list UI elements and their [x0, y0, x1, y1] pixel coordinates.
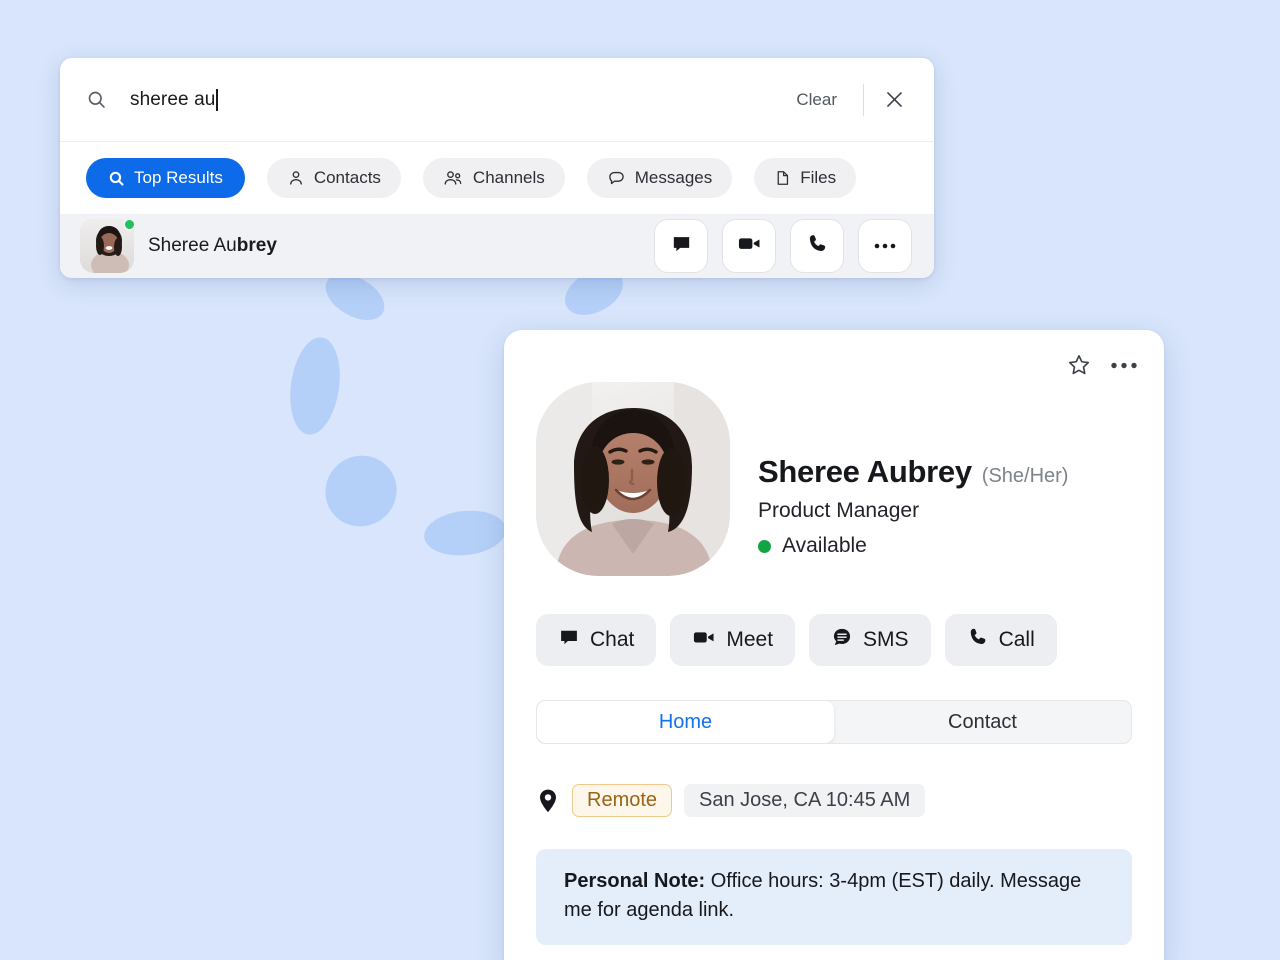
profile-meta: Sheree Aubrey (She/Her) Product Manager … — [758, 382, 1068, 576]
chat-button[interactable] — [654, 219, 708, 273]
chip-label: Contacts — [314, 168, 381, 188]
status-label: Available — [782, 534, 867, 558]
close-icon[interactable] — [876, 82, 912, 118]
status-badge: Available — [758, 534, 1068, 558]
decor-blob — [311, 441, 411, 540]
result-name-match: Sheree Au — [148, 235, 237, 256]
qa-label: SMS — [863, 628, 909, 652]
search-icon — [86, 89, 116, 110]
sms-button[interactable]: SMS — [809, 614, 931, 666]
search-input-value: sheree au — [130, 89, 215, 111]
personal-note-label: Personal Note: — [564, 870, 705, 892]
qa-label: Call — [999, 628, 1035, 652]
page-title: Sheree Aubrey — [758, 454, 972, 490]
presence-dot-icon — [758, 540, 771, 553]
clear-button[interactable]: Clear — [782, 84, 851, 116]
avatar — [80, 219, 134, 273]
profile-pronouns: (She/Her) — [982, 465, 1069, 488]
toolbar-divider — [863, 84, 864, 116]
contact-profile-card: Sheree Aubrey (She/Her) Product Manager … — [504, 330, 1164, 960]
chat-icon — [607, 169, 626, 187]
call-button[interactable]: Call — [945, 614, 1057, 666]
file-icon — [774, 169, 791, 187]
map-pin-icon — [536, 788, 560, 814]
chat-icon — [558, 626, 580, 654]
search-input[interactable]: sheree au — [130, 89, 782, 111]
chip-channels[interactable]: Channels — [423, 158, 565, 198]
favorite-star-icon[interactable] — [1066, 352, 1092, 378]
search-icon — [108, 170, 125, 187]
qa-label: Chat — [590, 628, 634, 652]
text-caret — [216, 89, 218, 111]
chip-label: Messages — [635, 168, 712, 188]
sms-icon — [831, 626, 853, 654]
card-more-icon[interactable] — [1110, 361, 1138, 370]
presence-indicator — [123, 218, 136, 231]
location-row: Remote San Jose, CA 10:45 AM — [504, 744, 1164, 817]
search-filter-chips: Top Results Contacts Channels — [60, 142, 934, 214]
phone-icon — [806, 232, 829, 260]
decor-blob — [284, 334, 345, 438]
profile-header: Sheree Aubrey (She/Her) Product Manager … — [504, 382, 1164, 576]
chip-files[interactable]: Files — [754, 158, 856, 198]
result-name: Sheree Aubrey — [148, 235, 640, 257]
qa-label: Meet — [726, 628, 773, 652]
personal-note-card: Personal Note: Office hours: 3-4pm (EST)… — [536, 849, 1132, 945]
search-bar: sheree au Clear — [60, 58, 934, 142]
quick-actions: Chat Meet SMS — [504, 576, 1164, 666]
chip-label: Channels — [473, 168, 545, 188]
phone-icon — [967, 626, 989, 654]
chat-button[interactable]: Chat — [536, 614, 656, 666]
search-result-row[interactable]: Sheree Aubrey — [60, 214, 934, 278]
people-icon — [443, 169, 464, 187]
profile-job-title: Product Manager — [758, 499, 1068, 523]
chip-label: Top Results — [134, 168, 223, 188]
chip-top-results[interactable]: Top Results — [86, 158, 245, 198]
profile-photo — [536, 382, 730, 576]
video-icon — [692, 626, 716, 654]
tab-home[interactable]: Home — [537, 701, 834, 743]
chat-icon — [670, 232, 693, 260]
ellipsis-icon — [873, 237, 897, 255]
result-actions — [654, 219, 912, 273]
video-icon — [737, 232, 762, 260]
search-panel: sheree au Clear Top Results Cont — [60, 58, 934, 278]
meet-button[interactable] — [722, 219, 776, 273]
person-icon — [287, 169, 305, 187]
profile-tabs: Home Contact — [536, 700, 1132, 744]
more-button[interactable] — [858, 219, 912, 273]
chip-label: Files — [800, 168, 836, 188]
chip-messages[interactable]: Messages — [587, 158, 732, 198]
profile-name-line: Sheree Aubrey (She/Her) — [758, 454, 1068, 490]
chip-contacts[interactable]: Contacts — [267, 158, 401, 198]
meet-button[interactable]: Meet — [670, 614, 795, 666]
call-button[interactable] — [790, 219, 844, 273]
locale-time-pill: San Jose, CA 10:45 AM — [684, 784, 925, 817]
tab-contact[interactable]: Contact — [834, 701, 1131, 743]
card-topbar — [504, 330, 1164, 380]
result-name-rest: brey — [237, 235, 277, 256]
decor-blob — [422, 507, 508, 559]
remote-badge: Remote — [572, 784, 672, 817]
